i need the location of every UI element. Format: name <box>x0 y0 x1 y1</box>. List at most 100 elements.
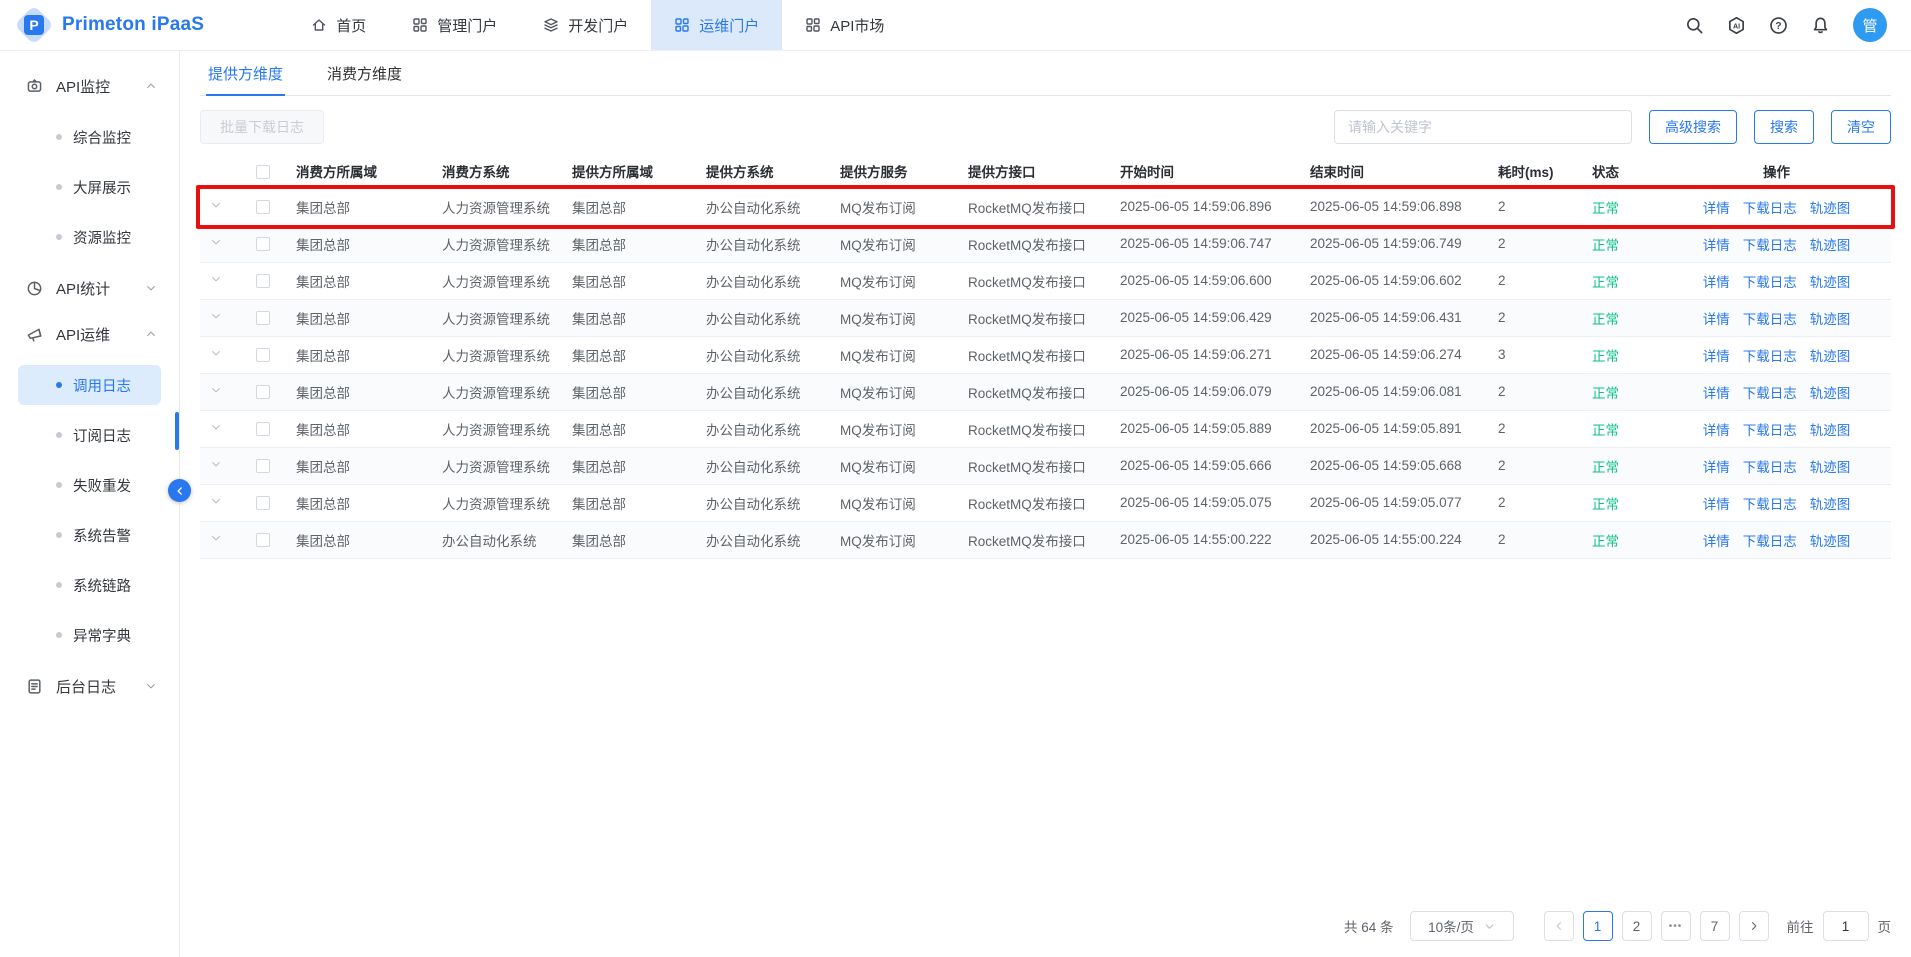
detail-link[interactable]: 详情 <box>1703 312 1730 327</box>
row-expand-toggle-icon[interactable] <box>210 532 222 544</box>
sidebar-sub-item[interactable]: 订阅日志 <box>18 415 161 455</box>
tab-item[interactable]: 消费方维度 <box>327 51 402 95</box>
top-nav-item[interactable]: 管理门户 <box>389 0 520 50</box>
search-icon[interactable] <box>1685 16 1704 35</box>
tab-bar: 提供方维度消费方维度 <box>200 51 1891 96</box>
row-checkbox[interactable] <box>256 348 270 362</box>
row-checkbox[interactable] <box>256 311 270 325</box>
row-checkbox[interactable] <box>256 385 270 399</box>
row-expand-toggle-icon[interactable] <box>210 421 222 433</box>
detail-link[interactable]: 详情 <box>1703 238 1730 253</box>
trace-map-link[interactable]: 轨迹图 <box>1810 534 1851 549</box>
sidebar-collapse-button[interactable] <box>168 479 191 502</box>
row-expand-toggle-icon[interactable] <box>210 347 222 359</box>
download-log-link[interactable]: 下载日志 <box>1743 386 1797 401</box>
status-cell: 正常 <box>1582 188 1662 225</box>
row-checkbox[interactable] <box>256 496 270 510</box>
tab-item[interactable]: 提供方维度 <box>208 51 283 95</box>
cell: 2025-06-05 14:55:00.222 <box>1110 521 1300 558</box>
row-checkbox[interactable] <box>256 200 270 214</box>
row-expand-toggle-icon[interactable] <box>210 495 222 507</box>
detail-link[interactable]: 详情 <box>1703 534 1730 549</box>
next-page-button[interactable] <box>1739 911 1769 941</box>
trace-map-link[interactable]: 轨迹图 <box>1810 238 1851 253</box>
sidebar-sub-item[interactable]: 异常字典 <box>18 615 161 655</box>
row-expand-toggle-icon[interactable] <box>210 273 222 285</box>
page-size-select[interactable]: 10条/页 <box>1410 911 1514 941</box>
select-all-checkbox[interactable] <box>256 165 270 179</box>
prev-page-button[interactable] <box>1544 911 1574 941</box>
sidebar-group-item[interactable]: API统计 <box>8 267 171 309</box>
detail-link[interactable]: 详情 <box>1703 275 1730 290</box>
download-log-link[interactable]: 下载日志 <box>1743 349 1797 364</box>
goto-page-input[interactable] <box>1823 911 1869 941</box>
expand-cell <box>200 410 246 447</box>
advanced-search-button[interactable]: 高级搜索 <box>1649 110 1737 144</box>
checkbox-cell <box>246 225 286 262</box>
detail-link[interactable]: 详情 <box>1703 386 1730 401</box>
trace-map-link[interactable]: 轨迹图 <box>1810 386 1851 401</box>
brand[interactable]: P Primeton iPaaS <box>0 7 204 43</box>
ai-assistant-icon[interactable]: AI <box>1727 16 1746 35</box>
page-ellipsis[interactable]: ••• <box>1661 911 1691 941</box>
cell: 2025-06-05 14:59:06.274 <box>1300 336 1488 373</box>
download-log-link[interactable]: 下载日志 <box>1743 497 1797 512</box>
row-checkbox[interactable] <box>256 422 270 436</box>
sidebar-sub-item[interactable]: 调用日志 <box>18 365 161 405</box>
row-expand-toggle-icon[interactable] <box>210 384 222 396</box>
trace-map-link[interactable]: 轨迹图 <box>1810 423 1851 438</box>
trace-map-link[interactable]: 轨迹图 <box>1810 275 1851 290</box>
trace-map-link[interactable]: 轨迹图 <box>1810 201 1851 216</box>
trace-map-link[interactable]: 轨迹图 <box>1810 460 1851 475</box>
top-nav-item[interactable]: 开发门户 <box>520 0 651 50</box>
sidebar-sub-item[interactable]: 系统告警 <box>18 515 161 555</box>
notification-bell-icon[interactable] <box>1811 16 1830 35</box>
trace-map-link[interactable]: 轨迹图 <box>1810 497 1851 512</box>
download-log-link[interactable]: 下载日志 <box>1743 238 1797 253</box>
row-checkbox[interactable] <box>256 237 270 251</box>
row-expand-toggle-icon[interactable] <box>210 236 222 248</box>
top-nav-item[interactable]: 运维门户 <box>651 0 782 50</box>
detail-link[interactable]: 详情 <box>1703 423 1730 438</box>
page-number-button[interactable]: 1 <box>1583 911 1613 941</box>
user-avatar[interactable]: 管 <box>1853 8 1887 42</box>
page-number-button[interactable]: 2 <box>1622 911 1652 941</box>
sidebar-group-item[interactable]: API运维 <box>8 313 171 355</box>
detail-link[interactable]: 详情 <box>1703 349 1730 364</box>
sidebar-sub-item[interactable]: 失败重发 <box>18 465 161 505</box>
trace-map-link[interactable]: 轨迹图 <box>1810 349 1851 364</box>
download-log-link[interactable]: 下载日志 <box>1743 275 1797 290</box>
keyword-input[interactable] <box>1334 110 1632 144</box>
row-checkbox[interactable] <box>256 533 270 547</box>
help-icon[interactable]: ? <box>1769 16 1788 35</box>
top-nav-item[interactable]: 首页 <box>288 0 389 50</box>
row-expand-toggle-icon[interactable] <box>210 310 222 322</box>
clear-button[interactable]: 清空 <box>1831 110 1891 144</box>
row-checkbox[interactable] <box>256 459 270 473</box>
expand-cell <box>200 373 246 410</box>
batch-download-button[interactable]: 批量下载日志 <box>200 110 324 144</box>
page-number-button[interactable]: 7 <box>1700 911 1730 941</box>
sidebar-group-item[interactable]: API监控 <box>8 65 171 107</box>
row-expand-toggle-icon[interactable] <box>210 199 222 211</box>
sidebar-sub-item[interactable]: 资源监控 <box>18 217 161 257</box>
row-expand-toggle-icon[interactable] <box>210 458 222 470</box>
svg-text:?: ? <box>1775 21 1781 32</box>
download-log-link[interactable]: 下载日志 <box>1743 312 1797 327</box>
detail-link[interactable]: 详情 <box>1703 497 1730 512</box>
search-button[interactable]: 搜索 <box>1754 110 1814 144</box>
detail-link[interactable]: 详情 <box>1703 201 1730 216</box>
sidebar-sub-item[interactable]: 大屏展示 <box>18 167 161 207</box>
top-nav-item[interactable]: API市场 <box>782 0 907 50</box>
sidebar-sub-item[interactable]: 系统链路 <box>18 565 161 605</box>
trace-map-link[interactable]: 轨迹图 <box>1810 312 1851 327</box>
download-log-link[interactable]: 下载日志 <box>1743 423 1797 438</box>
download-log-link[interactable]: 下载日志 <box>1743 460 1797 475</box>
detail-link[interactable]: 详情 <box>1703 460 1730 475</box>
download-log-link[interactable]: 下载日志 <box>1743 534 1797 549</box>
sidebar-sub-item[interactable]: 综合监控 <box>18 117 161 157</box>
sidebar-group-item[interactable]: 后台日志 <box>8 665 171 707</box>
download-log-link[interactable]: 下载日志 <box>1743 201 1797 216</box>
checkbox-cell <box>246 521 286 558</box>
row-checkbox[interactable] <box>256 274 270 288</box>
